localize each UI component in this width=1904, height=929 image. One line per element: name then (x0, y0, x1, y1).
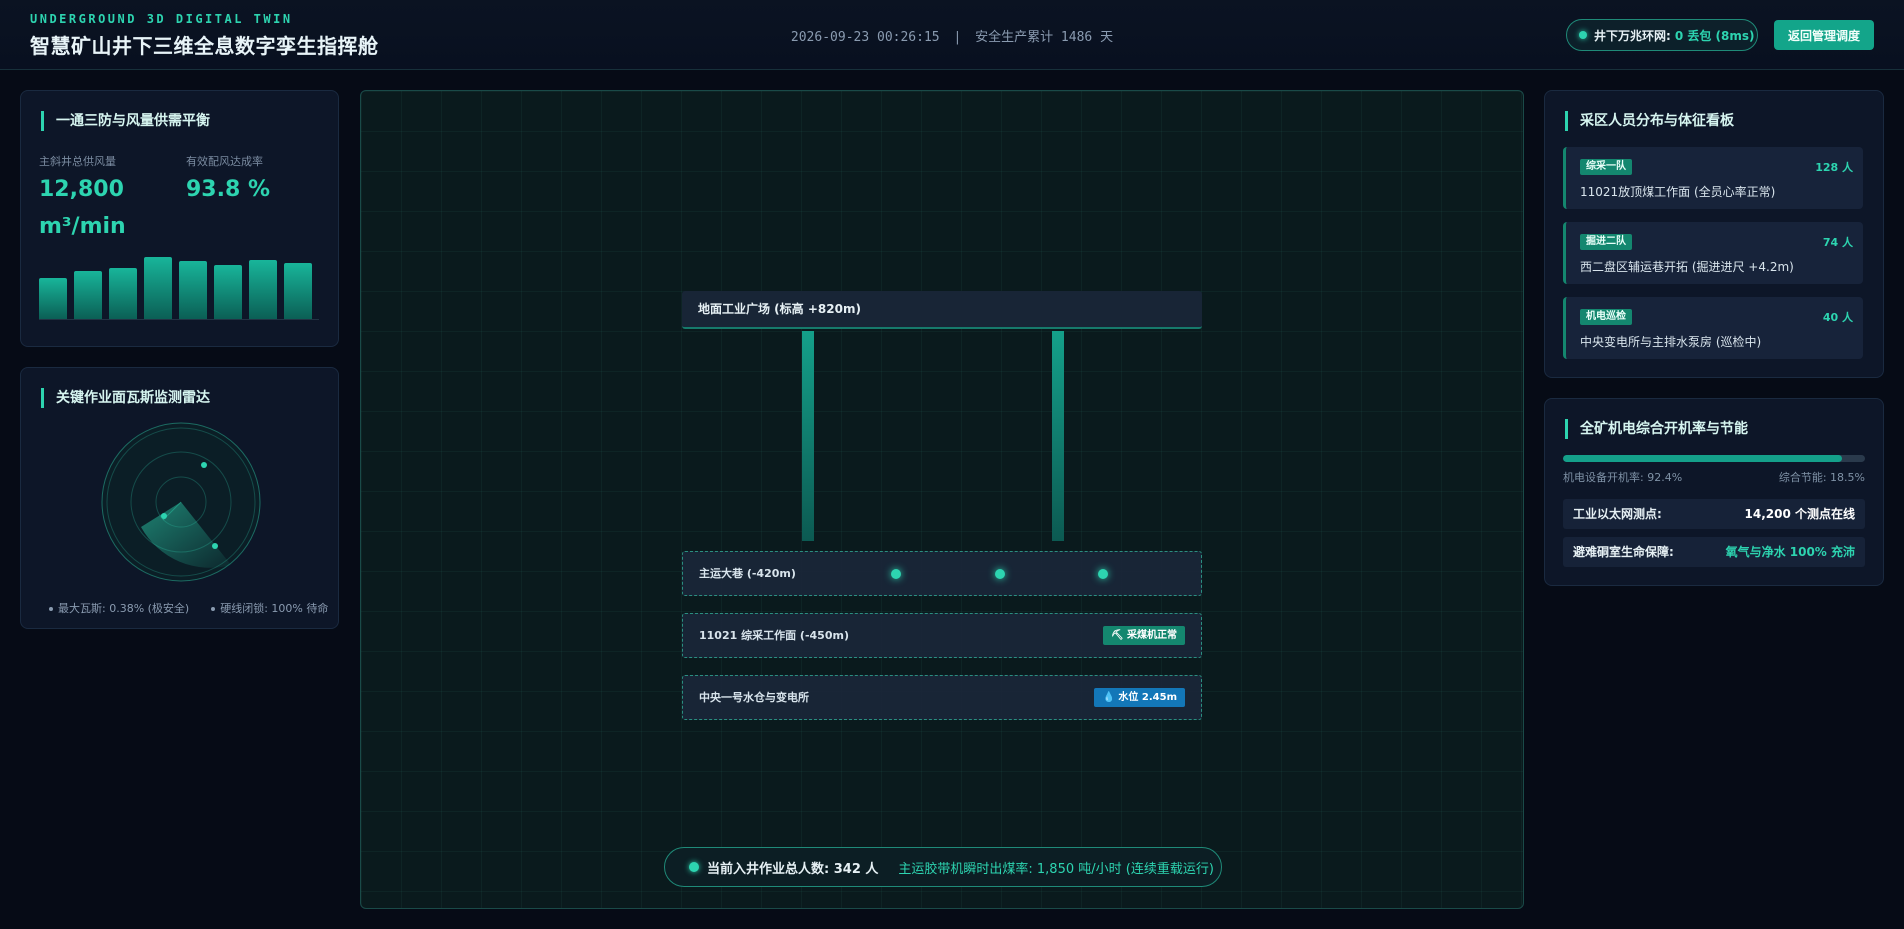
level-label: 主运大巷 (-420m) (699, 567, 796, 580)
level-main-haulage[interactable]: 主运大巷 (-420m) (682, 551, 1202, 596)
airflow-bar (144, 257, 172, 319)
airflow-bar (214, 265, 242, 319)
back-to-dispatch-button[interactable]: 返回管理调度 (1774, 20, 1874, 50)
row-value: 氧气与净水 100% 充沛 (1725, 545, 1855, 559)
level-working-face[interactable]: 11021 综采工作面 (-450m) ⛏ 采煤机正常 (682, 613, 1202, 658)
crew-tag: 综采一队 (1580, 159, 1632, 175)
equipment-panel: 全矿机电综合开机率与节能 机电设备开机率: 92.4% 综合节能: 18.5% … (1544, 398, 1884, 586)
status-dot-icon (1579, 31, 1587, 39)
crew-desc: 11021放顶煤工作面 (全员心率正常) (1580, 185, 1776, 199)
equipment-title: 全矿机电综合开机率与节能 (1565, 419, 1748, 439)
gas-radar (101, 422, 261, 582)
radar-point (212, 543, 218, 549)
water-drop-icon: 💧 (1102, 692, 1115, 703)
level-label: 11021 综采工作面 (-450m) (699, 629, 849, 642)
datetime: 2026-09-23 00:26:15 (790, 30, 940, 45)
main-shaft-left (802, 331, 814, 541)
surface-plant[interactable]: 地面工业广场 (标高 +820m) (682, 291, 1202, 329)
network-status-pill: 井下万兆环网: 0 丢包 (8ms) (1566, 19, 1758, 51)
row-value: 14,200 个测点在线 (1744, 507, 1856, 521)
gas-radar-panel: 关键作业面瓦斯监测雷达 最大瓦斯: 0.38% (极安全) 硬线闭锁: 100%… (20, 367, 339, 629)
airflow-bar (39, 278, 67, 319)
legend-interlock: 硬线闭锁: 100% 待命 (211, 600, 328, 616)
shearer-icon: ⛏ (1110, 630, 1124, 641)
row-key: 工业以太网测点: (1573, 507, 1662, 521)
level-label: 中央一号水仓与变电所 (699, 691, 809, 704)
production-summary-pill: 当前入井作业总人数: 342 人 主运胶带机瞬时出煤率: 1,850 吨/小时 … (664, 847, 1222, 887)
radar-legend: 最大瓦斯: 0.38% (极安全) 硬线闭锁: 100% 待命 (49, 600, 329, 616)
uptime-label: 机电设备开机率: 92.4% (1563, 471, 1683, 484)
airflow-bar (284, 263, 312, 319)
top-header: UNDERGROUND 3D DIGITAL TWIN 智慧矿山井下三维全息数字… (0, 0, 1904, 70)
ventilation-panel: 一通三防与风量供需平衡 主斜井总供风量 12,800 m³/min 有效配风达成… (20, 90, 339, 347)
equipment-uptime-bar (1563, 455, 1865, 462)
energy-saving-label: 综合节能: 18.5% (1778, 471, 1865, 484)
underground-headcount: 当前入井作业总人数: 342 人 (707, 861, 879, 877)
radar-graphic (101, 422, 261, 582)
crew-tag: 掘进二队 (1580, 234, 1632, 250)
personnel-panel: 采区人员分布与体征看板 综采一队 128 人 11021放顶煤工作面 (全员心率… (1544, 90, 1884, 378)
coal-output-rate: 主运胶带机瞬时出煤率: 1,850 吨/小时 (连续重载运行) (898, 861, 1214, 877)
separator: | (953, 30, 962, 45)
brand-subtitle: UNDERGROUND 3D DIGITAL TWIN (30, 12, 293, 26)
ethernet-points-row: 工业以太网测点: 14,200 个测点在线 (1563, 499, 1865, 529)
status-dot-icon (689, 862, 699, 872)
airflow-bar (74, 271, 102, 319)
row-key: 避难硐室生命保障: (1573, 545, 1674, 559)
digital-twin-scene[interactable]: 地面工业广场 (标高 +820m) 主运大巷 (-420m) 11021 综采工… (360, 90, 1524, 909)
crew-desc: 西二盘区辅运巷开拓 (掘进进尺 +4.2m) (1580, 260, 1794, 274)
airflow-value: 12,800 m³/min (39, 177, 126, 239)
node-marker-icon (891, 569, 901, 579)
refuge-chamber-row: 避难硐室生命保障: 氧气与净水 100% 充沛 (1563, 537, 1865, 567)
node-marker-icon (1098, 569, 1108, 579)
network-status: 0 丢包 (8ms) (1674, 28, 1755, 43)
crew-card[interactable]: 掘进二队 74 人 西二盘区辅运巷开拓 (掘进进尺 +4.2m) (1563, 222, 1863, 284)
crew-card[interactable]: 综采一队 128 人 11021放顶煤工作面 (全员心率正常) (1563, 147, 1863, 209)
personnel-title: 采区人员分布与体征看板 (1565, 111, 1734, 131)
airflow-label: 主斜井总供风量 (39, 155, 116, 168)
node-marker-icon (995, 569, 1005, 579)
level-sump-substation[interactable]: 中央一号水仓与变电所 💧 水位 2.45m (682, 675, 1202, 720)
airflow-bar-chart (39, 256, 319, 320)
crew-count: 74 人 (1822, 236, 1853, 249)
radar-point (201, 462, 207, 468)
rate-value: 93.8 % (186, 177, 270, 202)
safety-days: 安全生产累计 1486 天 (975, 30, 1114, 45)
network-label: 井下万兆环网: (1594, 28, 1671, 43)
crew-card[interactable]: 机电巡检 40 人 中央变电所与主排水泵房 (巡检中) (1563, 297, 1863, 359)
ventilation-title: 一通三防与风量供需平衡 (41, 111, 210, 131)
legend-max-gas: 最大瓦斯: 0.38% (极安全) (49, 600, 189, 616)
crew-count: 40 人 (1822, 311, 1853, 324)
airflow-bar (109, 268, 137, 319)
status-badge: ⛏ 采煤机正常 (1102, 626, 1185, 645)
airflow-bar (249, 260, 277, 319)
crew-tag: 机电巡检 (1580, 309, 1632, 325)
gas-radar-title: 关键作业面瓦斯监测雷达 (41, 388, 210, 408)
main-shaft-right (1052, 331, 1064, 541)
radar-point (161, 513, 167, 519)
crew-desc: 中央变电所与主排水泵房 (巡检中) (1580, 335, 1762, 349)
rate-label: 有效配风达成率 (186, 155, 263, 168)
status-badge: 💧 水位 2.45m (1094, 688, 1185, 707)
airflow-bar (179, 261, 207, 319)
equipment-uptime-fill (1563, 455, 1843, 462)
crew-count: 128 人 (1815, 161, 1853, 174)
